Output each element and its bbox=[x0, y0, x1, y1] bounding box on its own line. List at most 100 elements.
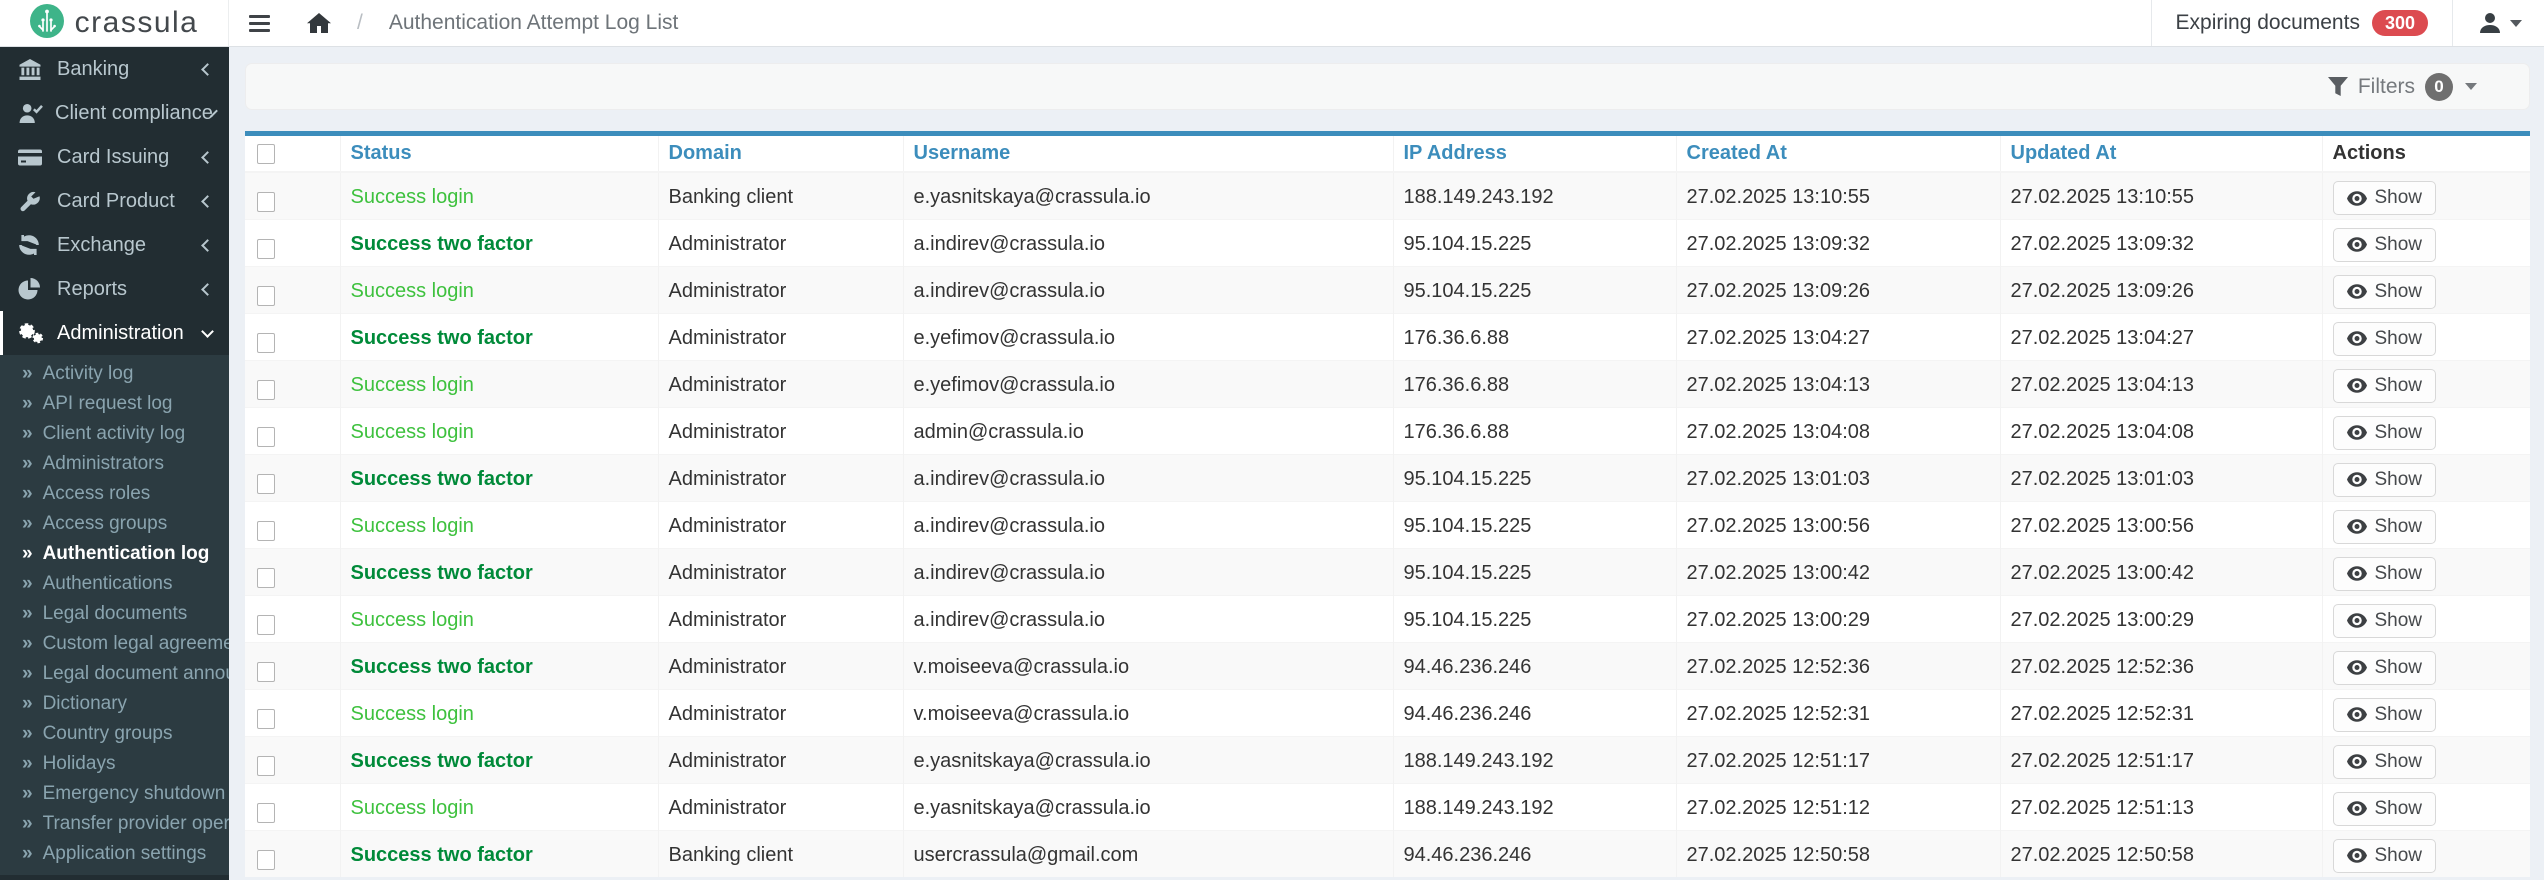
status-text: Success two factor bbox=[351, 562, 533, 584]
sidebar-subitem-country-groups[interactable]: »Country groups bbox=[0, 719, 229, 749]
sidebar-subitem-transfer-provider-operational-tim[interactable]: »Transfer provider operational tim bbox=[0, 809, 229, 839]
table-row: Success loginAdministratore.yefimov@cras… bbox=[245, 360, 2530, 407]
eye-icon bbox=[2347, 331, 2367, 346]
sidebar-item-card-product[interactable]: Card Product bbox=[0, 179, 229, 223]
show-button[interactable]: Show bbox=[2333, 181, 2437, 215]
domain-cell: Banking client bbox=[658, 172, 903, 219]
show-button[interactable]: Show bbox=[2333, 275, 2437, 309]
row-checkbox[interactable] bbox=[257, 615, 275, 635]
select-all-checkbox[interactable] bbox=[257, 144, 275, 164]
show-button[interactable]: Show bbox=[2333, 322, 2437, 356]
sidebar-item-banking[interactable]: Banking bbox=[0, 47, 229, 91]
administration-submenu: »Activity log»API request log»Client act… bbox=[0, 355, 229, 875]
row-checkbox[interactable] bbox=[257, 380, 275, 400]
show-button[interactable]: Show bbox=[2333, 510, 2437, 544]
row-checkbox[interactable] bbox=[257, 239, 275, 259]
breadcrumb: / Authentication Attempt Log List bbox=[307, 0, 678, 46]
chevron-down-icon bbox=[2465, 83, 2477, 90]
sidebar-subitem-emergency-shutdown[interactable]: »Emergency shutdown bbox=[0, 779, 229, 809]
created-at-cell: 27.02.2025 13:01:03 bbox=[1676, 454, 2000, 501]
sidebar-subitem-activity-log[interactable]: »Activity log bbox=[0, 359, 229, 389]
created-at-cell: 27.02.2025 12:50:58 bbox=[1676, 830, 2000, 877]
eye-icon bbox=[2347, 237, 2367, 252]
ip-address-cell: 188.149.243.192 bbox=[1393, 736, 1676, 783]
sidebar-subitem-legal-document-announcements[interactable]: »Legal document announcements bbox=[0, 659, 229, 689]
updated-at-cell: 27.02.2025 13:00:29 bbox=[2000, 595, 2322, 642]
top-header: crassula / Authentication Attempt Log Li… bbox=[0, 0, 2544, 47]
row-checkbox[interactable] bbox=[257, 521, 275, 541]
sidebar-subitem-application-settings[interactable]: »Application settings bbox=[0, 839, 229, 869]
eye-icon bbox=[2347, 378, 2367, 393]
row-checkbox[interactable] bbox=[257, 662, 275, 682]
show-button[interactable]: Show bbox=[2333, 604, 2437, 638]
show-button[interactable]: Show bbox=[2333, 698, 2437, 732]
username-cell: a.indirev@crassula.io bbox=[903, 548, 1393, 595]
column-header-domain[interactable]: Domain bbox=[658, 136, 903, 172]
sidebar-item-exchange[interactable]: Exchange bbox=[0, 223, 229, 267]
double-chevron-right-icon: » bbox=[22, 663, 33, 685]
chevron-left-icon bbox=[201, 239, 214, 252]
app-logo[interactable]: crassula bbox=[0, 0, 229, 46]
row-checkbox[interactable] bbox=[257, 568, 275, 588]
sidebar-subitem-api-request-log[interactable]: »API request log bbox=[0, 389, 229, 419]
sidebar-subitem-administrators[interactable]: »Administrators bbox=[0, 449, 229, 479]
eye-icon bbox=[2347, 660, 2367, 675]
show-button[interactable]: Show bbox=[2333, 557, 2437, 591]
column-header-updated-at[interactable]: Updated At bbox=[2000, 136, 2322, 172]
show-button[interactable]: Show bbox=[2333, 416, 2437, 450]
show-button[interactable]: Show bbox=[2333, 651, 2437, 685]
eye-icon bbox=[2347, 425, 2367, 440]
username-cell: a.indirev@crassula.io bbox=[903, 595, 1393, 642]
ip-address-cell: 95.104.15.225 bbox=[1393, 266, 1676, 313]
sidebar-subitem-authentications[interactable]: »Authentications bbox=[0, 569, 229, 599]
column-header-ip-address[interactable]: IP Address bbox=[1393, 136, 1676, 172]
show-button[interactable]: Show bbox=[2333, 745, 2437, 779]
sidebar-subitem-dictionary[interactable]: »Dictionary bbox=[0, 689, 229, 719]
double-chevron-right-icon: » bbox=[22, 423, 33, 445]
ip-address-cell: 188.149.243.192 bbox=[1393, 783, 1676, 830]
show-button[interactable]: Show bbox=[2333, 463, 2437, 497]
eye-icon bbox=[2347, 284, 2367, 299]
sidebar-subitem-client-activity-log[interactable]: »Client activity log bbox=[0, 419, 229, 449]
status-text: Success login bbox=[351, 280, 474, 302]
sidebar-subitem-custom-legal-agreements[interactable]: »Custom legal agreements bbox=[0, 629, 229, 659]
row-checkbox[interactable] bbox=[257, 192, 275, 212]
show-button[interactable]: Show bbox=[2333, 792, 2437, 826]
username-cell: e.yasnitskaya@crassula.io bbox=[903, 736, 1393, 783]
user-menu-button[interactable] bbox=[2453, 12, 2544, 34]
updated-at-cell: 27.02.2025 13:01:03 bbox=[2000, 454, 2322, 501]
sidebar-item-reports[interactable]: Reports bbox=[0, 267, 229, 311]
home-icon[interactable] bbox=[307, 12, 331, 34]
select-all-cell bbox=[245, 136, 340, 172]
row-checkbox[interactable] bbox=[257, 709, 275, 729]
filters-button[interactable]: Filters 0 bbox=[2328, 73, 2477, 101]
sidebar-subitem-holidays[interactable]: »Holidays bbox=[0, 749, 229, 779]
expiring-documents-link[interactable]: Expiring documents 300 bbox=[2152, 10, 2452, 36]
show-button[interactable]: Show bbox=[2333, 228, 2437, 262]
row-checkbox[interactable] bbox=[257, 427, 275, 447]
username-cell: e.yasnitskaya@crassula.io bbox=[903, 172, 1393, 219]
row-checkbox[interactable] bbox=[257, 850, 275, 870]
column-header-username[interactable]: Username bbox=[903, 136, 1393, 172]
double-chevron-right-icon: » bbox=[22, 453, 33, 475]
filters-label: Filters bbox=[2358, 75, 2415, 99]
column-header-created-at[interactable]: Created At bbox=[1676, 136, 2000, 172]
sidebar-item-client-compliance[interactable]: Client compliance bbox=[0, 91, 229, 135]
sidebar-subitem-access-groups[interactable]: »Access groups bbox=[0, 509, 229, 539]
sidebar-subitem-access-roles[interactable]: »Access roles bbox=[0, 479, 229, 509]
sidebar-item-administration[interactable]: Administration bbox=[0, 311, 229, 355]
row-checkbox[interactable] bbox=[257, 333, 275, 353]
sidebar-subitem-authentication-log[interactable]: »Authentication log bbox=[0, 539, 229, 569]
sidebar-toggle-button[interactable] bbox=[235, 0, 283, 46]
row-checkbox[interactable] bbox=[257, 803, 275, 823]
show-button[interactable]: Show bbox=[2333, 839, 2437, 873]
sidebar-item-card-issuing[interactable]: Card Issuing bbox=[0, 135, 229, 179]
column-header-status[interactable]: Status bbox=[340, 136, 658, 172]
status-text: Success login bbox=[351, 609, 474, 631]
show-button[interactable]: Show bbox=[2333, 369, 2437, 403]
sidebar-subitem-legal-documents[interactable]: »Legal documents bbox=[0, 599, 229, 629]
double-chevron-right-icon: » bbox=[22, 393, 33, 415]
row-checkbox[interactable] bbox=[257, 286, 275, 306]
row-checkbox[interactable] bbox=[257, 474, 275, 494]
row-checkbox[interactable] bbox=[257, 756, 275, 776]
